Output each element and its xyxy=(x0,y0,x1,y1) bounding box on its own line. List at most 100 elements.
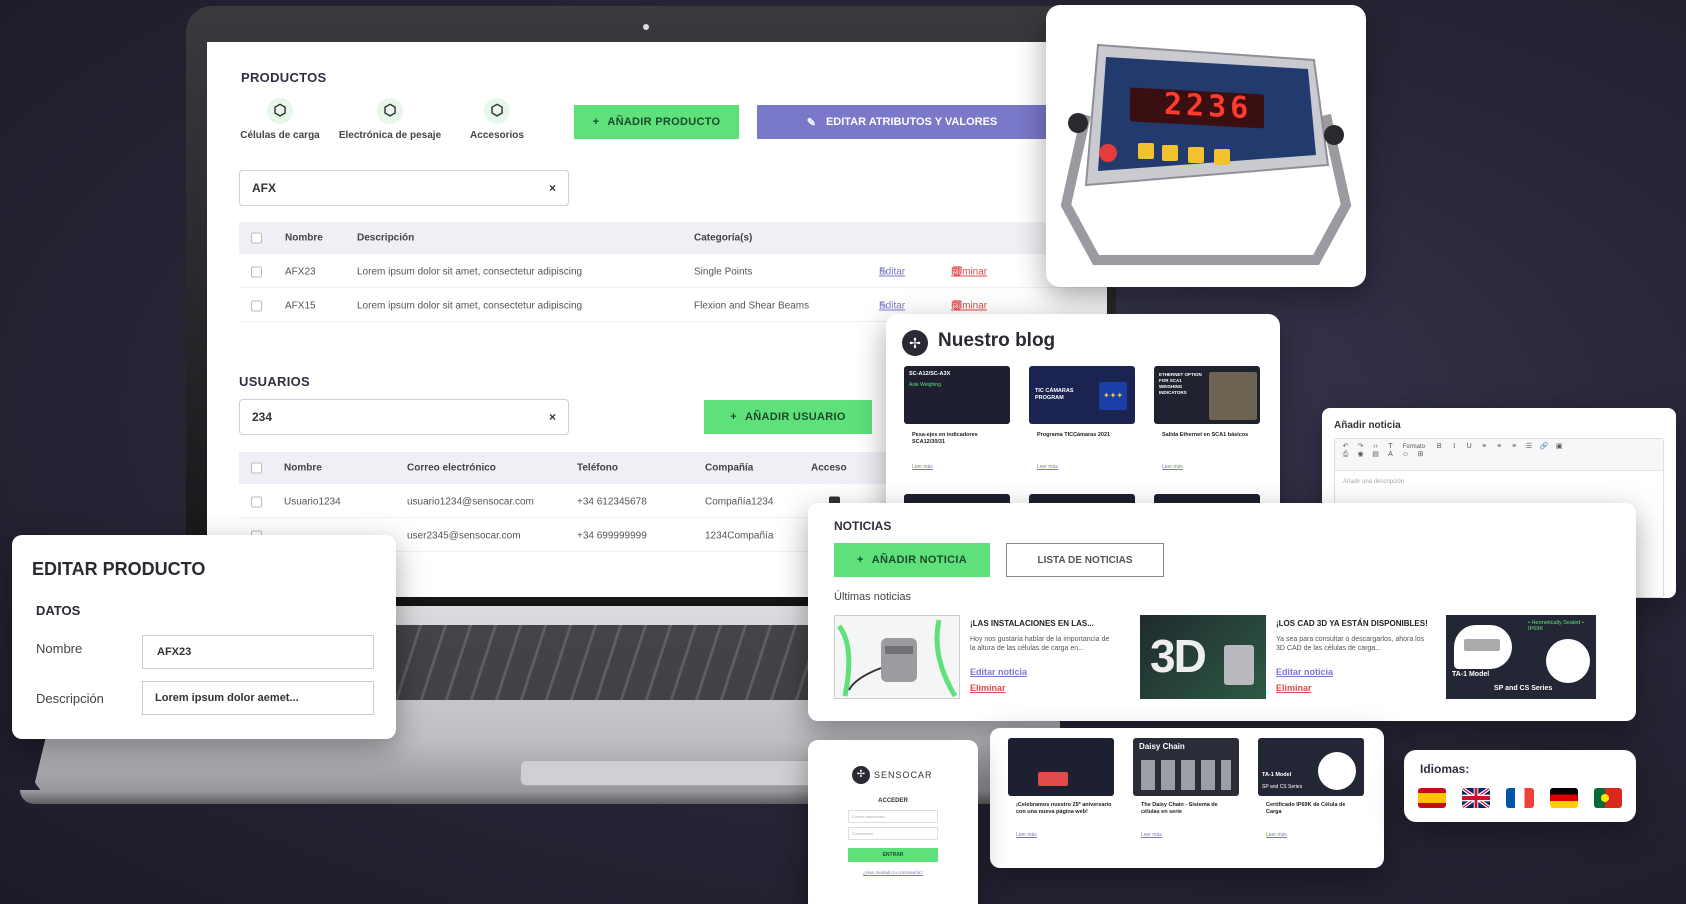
news-thumb: 3D xyxy=(1140,615,1266,699)
languages-title: Idiomas: xyxy=(1420,762,1470,776)
user-search-input[interactable]: 234 × xyxy=(239,399,569,435)
blog-card: ✢ Nuestro blog SC-A12/SC-A3X Axle Weighin… xyxy=(886,314,1280,526)
blog-thumb: SC-A12/SC-A3X Axle Weighing xyxy=(904,366,1010,424)
read-more-link[interactable]: Leer más xyxy=(1016,832,1037,839)
category-weighing-electronics[interactable]: ⬡ Electrónica de pesaje xyxy=(335,98,445,141)
underline-icon[interactable]: U xyxy=(1465,443,1474,451)
blog-post-title[interactable]: Salida Ethernet en SCA1 básicos xyxy=(1162,432,1258,439)
sensocar-logo-icon: ✢ xyxy=(852,766,870,784)
category-accessories[interactable]: ⬡ Accesorios xyxy=(442,98,552,141)
password-field[interactable]: Contraseña xyxy=(848,827,938,840)
email-field[interactable]: Correo electrónico xyxy=(848,810,938,823)
image-icon[interactable]: ▣ xyxy=(1555,443,1564,451)
code-icon[interactable]: ‹› xyxy=(1371,443,1380,451)
latest-news-label: Últimas noticias xyxy=(834,591,912,603)
plus-icon: + xyxy=(730,411,737,423)
languages-card: Idiomas: xyxy=(1404,750,1636,822)
bold-icon[interactable]: B xyxy=(1435,443,1444,451)
table-icon[interactable]: ⊞ xyxy=(1416,451,1425,459)
news-item-text: Hoy nos gustaría hablar de la importanci… xyxy=(970,636,1110,653)
de-flag-icon[interactable] xyxy=(1550,788,1578,808)
news-card: NOTICIAS + AÑADIR NOTICIA LISTA DE NOTICI… xyxy=(808,503,1636,721)
read-more-link[interactable]: Leer más xyxy=(1162,464,1183,471)
align-center-icon[interactable]: ≡ xyxy=(1495,443,1504,451)
data-section-title: DATOS xyxy=(36,603,81,618)
emoji-icon[interactable]: ☺ xyxy=(1401,451,1410,459)
read-more-link[interactable]: Leer más xyxy=(912,464,933,471)
clear-format-icon[interactable]: T xyxy=(1386,443,1395,451)
read-more-link[interactable]: Leer más xyxy=(1037,464,1058,471)
blog-thumb: TIC CÁMARAS PROGRAM ✦✦✦ xyxy=(1029,366,1135,424)
read-more-link[interactable]: Leer más xyxy=(1266,832,1287,839)
es-flag-icon[interactable] xyxy=(1418,788,1446,808)
blog-thumb: TA-1 Model SP and CS Series xyxy=(1258,738,1364,796)
print-icon[interactable]: ⎙ xyxy=(1341,451,1350,459)
row-checkbox[interactable] xyxy=(251,266,262,277)
media-icon[interactable]: ▤ xyxy=(1371,451,1380,459)
login-card: ✢ SENSOCAR ACCEDER Correo electrónico Co… xyxy=(808,740,978,904)
row-checkbox[interactable] xyxy=(251,300,262,311)
plus-icon: + xyxy=(857,554,864,566)
laptop-camera xyxy=(643,24,649,30)
delete-news-link[interactable]: Eliminar xyxy=(970,683,1006,693)
login-submit-button[interactable]: ENTRAR xyxy=(848,848,938,862)
undo-icon[interactable]: ↶ xyxy=(1341,443,1350,451)
users-title: USUARIOS xyxy=(239,374,311,389)
news-thumb xyxy=(834,615,960,699)
italic-icon[interactable]: I xyxy=(1450,443,1459,451)
add-user-button[interactable]: + AÑADIR USUARIO xyxy=(704,400,872,434)
format-dropdown[interactable]: Formato xyxy=(1403,444,1425,450)
blog-thumb xyxy=(1008,738,1114,796)
blog-card-secondary: Daisy Chain TA-1 Model SP and CS Series ¡… xyxy=(990,728,1384,868)
add-news-button[interactable]: + AÑADIR NOTICIA xyxy=(834,543,990,577)
edit-news-link[interactable]: Editar noticia xyxy=(970,667,1027,677)
blog-title: Nuestro blog xyxy=(938,330,1056,351)
products-table-header: Nombre Descripción Categoría(s) xyxy=(239,222,1107,254)
blog-post-title[interactable]: Certificado IP69K de Célula de Carga xyxy=(1266,802,1362,816)
clear-icon[interactable]: × xyxy=(549,181,556,195)
align-right-icon[interactable]: ≡ xyxy=(1510,443,1519,451)
name-label: Nombre xyxy=(36,641,83,656)
box-icon: ⬡ xyxy=(484,98,510,124)
read-more-link[interactable]: Leer más xyxy=(1141,832,1162,839)
add-product-button[interactable]: + AÑADIR PRODUCTO xyxy=(574,105,739,139)
delete-news-link[interactable]: Eliminar xyxy=(1276,683,1312,693)
plus-icon: + xyxy=(592,116,600,128)
redo-icon[interactable]: ↷ xyxy=(1356,443,1365,451)
pencil-icon: ✎ xyxy=(806,116,816,129)
fr-flag-icon[interactable] xyxy=(1506,788,1534,808)
row-checkbox[interactable] xyxy=(251,496,262,507)
list-icon[interactable]: ☰ xyxy=(1525,443,1534,451)
blog-post-title[interactable]: ¡Celebramos nuestro 25º aniversario con … xyxy=(1016,802,1112,816)
edit-attributes-button[interactable]: ✎ EDITAR ATRIBUTOS Y VALORES xyxy=(757,105,1047,139)
blog-post-title[interactable]: Pesa-ejes en indicadores SCA12/30/31 xyxy=(912,432,1008,446)
preview-icon[interactable]: ◉ xyxy=(1356,451,1365,459)
text-color-icon[interactable]: A xyxy=(1386,451,1395,459)
product-search-input[interactable]: AFX × xyxy=(239,170,569,206)
blog-post-title[interactable]: Programa TICCámaras 2021 xyxy=(1037,432,1133,439)
blog-thumb: Daisy Chain xyxy=(1133,738,1239,796)
pt-flag-icon[interactable] xyxy=(1594,788,1622,808)
name-field[interactable]: AFX23 xyxy=(142,635,374,669)
edit-product-card: EDITAR PRODUCTO DATOS Nombre AFX23 Descr… xyxy=(12,535,396,739)
link-icon[interactable]: 🔗 xyxy=(1540,443,1549,451)
blog-post-title[interactable]: The Daisy Chain - Sistema de células en … xyxy=(1141,802,1237,816)
description-field[interactable]: Lorem ipsum dolor aemet... xyxy=(142,681,374,715)
select-all-checkbox[interactable] xyxy=(251,232,262,244)
align-left-icon[interactable]: ≡ xyxy=(1480,443,1489,451)
news-list-button[interactable]: LISTA DE NOTICIAS xyxy=(1006,543,1164,577)
blog-thumb: ETHERNET OPTION FOR SCA1 WEIGHING INDICA… xyxy=(1154,366,1260,424)
edit-news-link[interactable]: Editar noticia xyxy=(1276,667,1333,677)
editor-body[interactable]: Añadir una descripción xyxy=(1335,471,1663,493)
box-icon: ⬡ xyxy=(267,98,293,124)
select-all-checkbox[interactable] xyxy=(251,462,262,474)
sensocar-logo-icon: ✢ xyxy=(902,330,928,356)
forgot-password-link[interactable]: ¿Has olvidado tu contraseña? xyxy=(808,870,978,875)
load-cell-image xyxy=(836,619,958,698)
uk-flag-icon[interactable] xyxy=(1462,788,1490,808)
category-load-cells[interactable]: ⬡ Células de carga xyxy=(225,98,335,141)
clear-icon[interactable]: × xyxy=(549,410,556,424)
edit-product-title: EDITAR PRODUCTO xyxy=(32,559,206,579)
editor-toolbar: ↶ ↷ ‹› T Formato B I U ≡ ≡ ≡ ☰ 🔗 ▣ ⎙ ◉ ▤ A ☺ ⊞ xyxy=(1335,439,1663,471)
add-news-title: Añadir noticia xyxy=(1334,420,1401,431)
